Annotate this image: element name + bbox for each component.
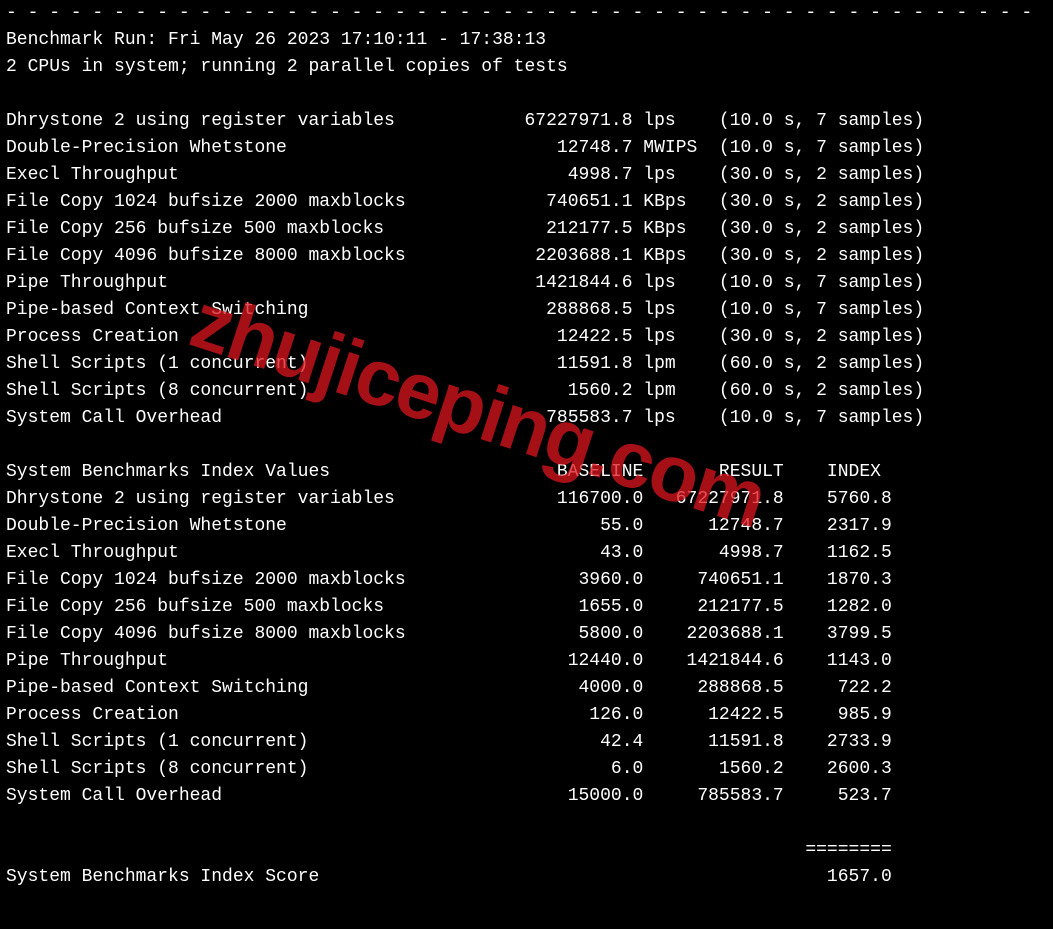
- separator-line: - - - - - - - - - - - - - - - - - - - - …: [6, 3, 1040, 23]
- cpu-info-line: 2 CPUs in system; running 2 parallel cop…: [6, 57, 568, 77]
- index-values-block: System Benchmarks Index Values BASELINE …: [6, 462, 892, 806]
- test-results-block: Dhrystone 2 using register variables 672…: [6, 111, 924, 428]
- benchmark-run-line: Benchmark Run: Fri May 26 2023 17:10:11 …: [6, 30, 546, 50]
- score-footer-block: ======== System Benchmarks Index Score 1…: [6, 840, 892, 887]
- terminal-output: - - - - - - - - - - - - - - - - - - - - …: [0, 0, 1040, 903]
